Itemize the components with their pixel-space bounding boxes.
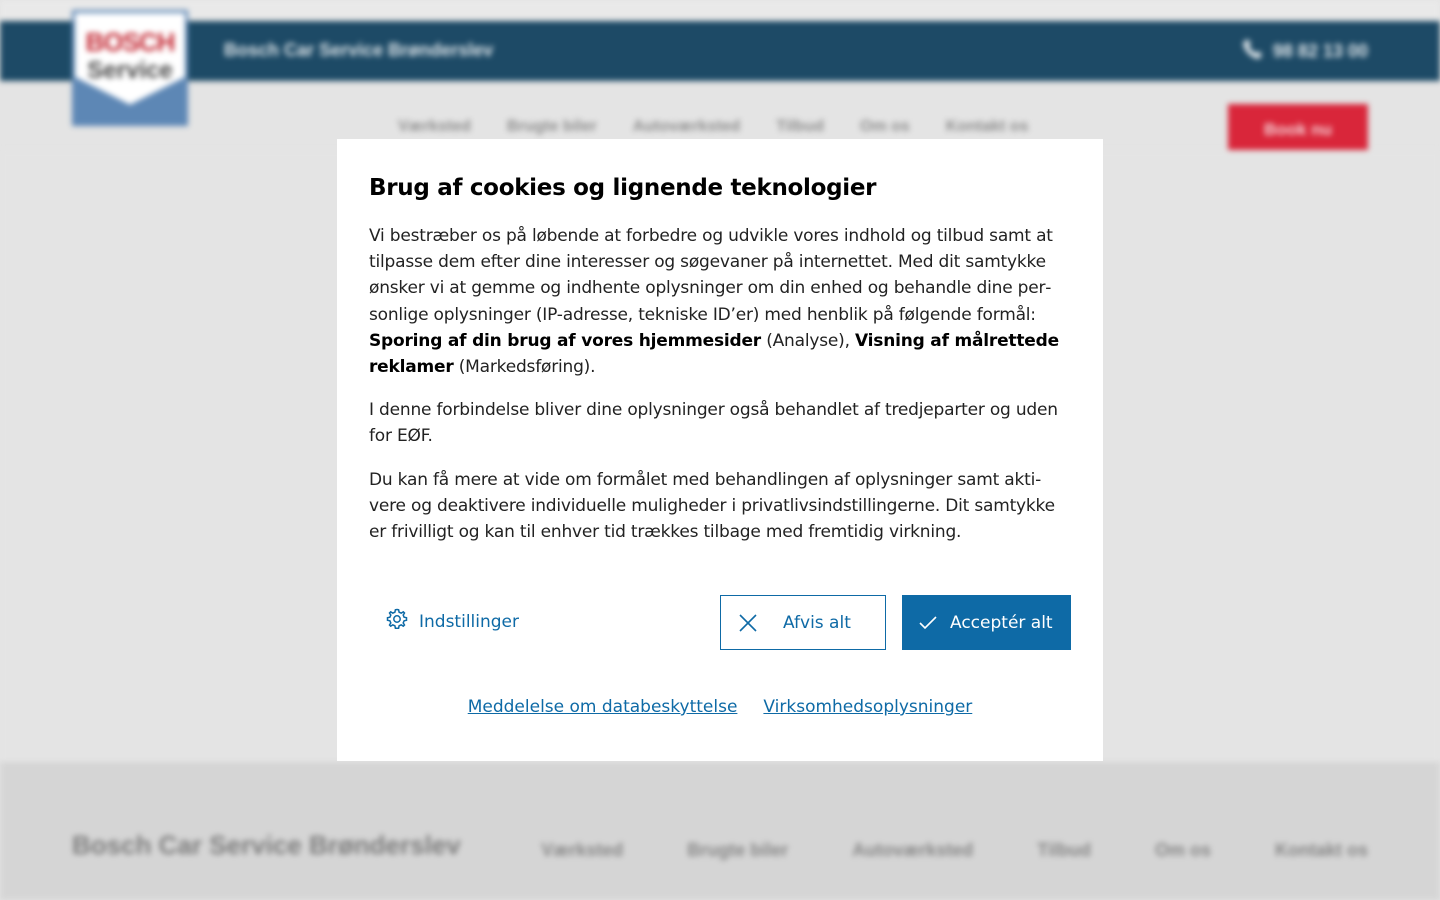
purpose-analytics: Sporing af din brug af vores hjemmesider <box>369 330 761 351</box>
footer-nav-item[interactable]: Værksted <box>541 840 623 861</box>
consent-paragraph-settings-info: Du kan få mere at vide om formålet med b… <box>369 469 1055 543</box>
top-strip <box>0 0 1440 21</box>
nav-item[interactable]: Autoværksted <box>633 118 741 136</box>
footer-nav-item[interactable]: Autoværksted <box>852 840 973 861</box>
footer-nav-item[interactable]: Om os <box>1155 840 1211 861</box>
close-icon <box>737 612 759 634</box>
footer-nav-item[interactable]: Brugte biler <box>687 840 788 861</box>
company-info-link[interactable]: Virksomhedsoplysninger <box>763 697 972 717</box>
dialog-title: Brug af cookies og lignende teknologier <box>369 175 877 201</box>
header-bar <box>0 21 1440 81</box>
consent-paragraph-purposes: Vi bestræber os på løbende at forbedre o… <box>369 223 1071 380</box>
footer-nav-item[interactable]: Tilbud <box>1037 840 1091 861</box>
purpose-marketing-tag: (Markedsføring). <box>453 357 596 378</box>
footer-nav-item[interactable]: Kontakt os <box>1275 840 1368 861</box>
book-button[interactable]: Book nu <box>1228 104 1368 156</box>
dialog-button-row: Indstillinger Afvis alt Acceptér alt <box>369 595 1071 650</box>
phone-icon <box>1242 38 1263 65</box>
accept-all-label: Acceptér alt <box>950 612 1053 633</box>
logo-brand: BOSCH <box>85 27 176 57</box>
privacy-notice-link[interactable]: Meddelelse om databeskyttelse <box>468 697 738 717</box>
nav-item[interactable]: Tilbud <box>776 118 824 136</box>
dialog-footer-links: Meddelelse om databeskyttelse Virksomhed… <box>337 697 1103 717</box>
consent-intro-text: Vi bestræber os på løbende at forbedre o… <box>369 226 1053 325</box>
main-nav: Værksted Brugte biler Autoværksted Tilbu… <box>398 118 1028 136</box>
settings-button[interactable]: Indstillinger <box>385 607 519 636</box>
bosch-service-logo[interactable]: BOSCH Service <box>72 10 188 126</box>
check-icon <box>918 613 938 633</box>
footer-title: Bosch Car Service Brønderslev <box>72 830 461 860</box>
purpose-analytics-tag: (Analyse), <box>760 330 855 351</box>
phone-number: 98 82 13 00 <box>1272 41 1368 61</box>
logo-sub: Service <box>87 57 173 84</box>
nav-item[interactable]: Værksted <box>398 118 471 136</box>
nav-item[interactable]: Brugte biler <box>507 118 597 136</box>
accept-all-button[interactable]: Acceptér alt <box>902 595 1071 650</box>
header-phone[interactable]: 98 82 13 00 <box>1242 38 1368 65</box>
reject-all-button[interactable]: Afvis alt <box>720 595 886 650</box>
nav-item[interactable]: Om os <box>860 118 910 136</box>
gear-icon <box>385 607 409 636</box>
consent-paragraph-third-parties: I denne forbindelse bliver dine oplysnin… <box>369 400 1058 447</box>
settings-label: Indstillinger <box>419 611 520 632</box>
cookie-consent-dialog: Brug af cookies og lignende teknologier … <box>337 139 1103 761</box>
nav-item[interactable]: Kontakt os <box>946 118 1029 136</box>
reject-all-label: Afvis alt <box>783 612 851 633</box>
header-title: Bosch Car Service Brønderslev <box>224 40 494 60</box>
footer-nav: Værksted Brugte biler Autoværksted Tilbu… <box>541 840 1368 861</box>
